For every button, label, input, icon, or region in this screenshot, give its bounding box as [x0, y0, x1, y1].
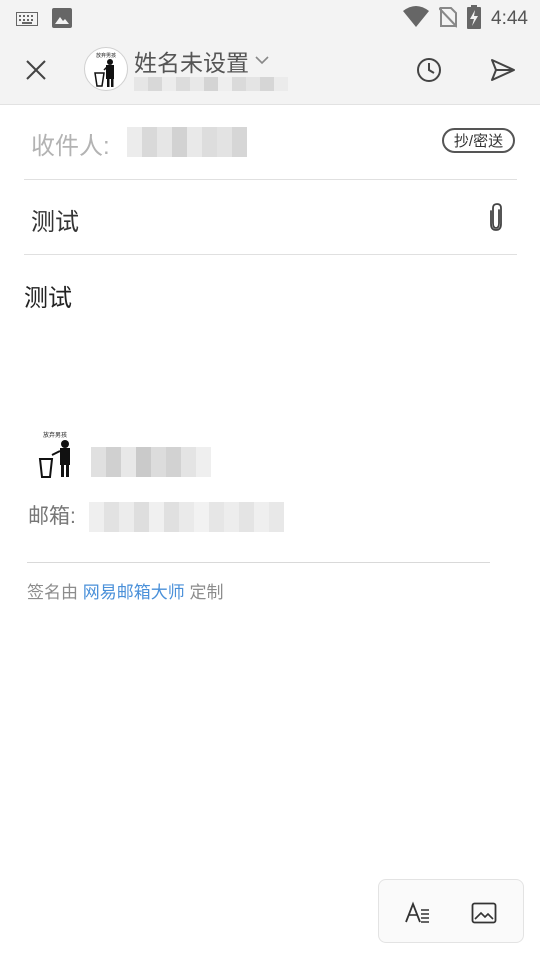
clock-time: 4:44 [491, 8, 528, 29]
image-icon [52, 8, 72, 32]
send-icon [491, 59, 515, 81]
chevron-down-icon[interactable] [255, 50, 269, 69]
recipient-label: 收件人: [31, 133, 110, 160]
attach-button[interactable] [480, 198, 512, 236]
subject-input[interactable]: 测试 [31, 202, 79, 237]
signature-footer-prefix: 签名由 [27, 583, 78, 602]
send-button[interactable] [482, 50, 524, 90]
no-sim-icon [438, 6, 458, 32]
wifi-icon [403, 6, 430, 32]
message-body[interactable]: 测试 [24, 278, 72, 313]
sender-email-redacted [134, 77, 294, 91]
trash-figure-icon: 放弃男孩 [94, 52, 116, 87]
compose-toolbar [0, 36, 540, 105]
cc-bcc-button[interactable]: 抄/密送 [442, 128, 515, 153]
status-bar: 4:44 [0, 0, 540, 36]
signature-divider [27, 562, 490, 563]
insert-image-icon [471, 902, 497, 924]
close-icon [26, 60, 46, 80]
signature-email-label: 邮箱: [28, 505, 76, 528]
svg-text:放弃男孩: 放弃男孩 [43, 431, 67, 439]
signature-footer: 签名由 网易邮箱大师 定制 [27, 578, 223, 603]
text-format-button[interactable] [398, 894, 438, 932]
trash-figure-icon: 放弃男孩 [38, 431, 70, 478]
mail-master-link[interactable]: 网易邮箱大师 [83, 583, 185, 602]
subject-row[interactable] [24, 180, 517, 255]
keyboard-icon [16, 11, 38, 30]
battery-charging-icon [467, 5, 482, 33]
signature-footer-suffix: 定制 [189, 583, 224, 602]
text-format-icon [405, 901, 429, 923]
schedule-button[interactable] [408, 50, 450, 90]
recipient-redacted[interactable] [127, 127, 247, 157]
clock-icon [417, 58, 441, 82]
signature-email-redacted [89, 502, 284, 532]
paperclip-icon [490, 203, 502, 231]
close-button[interactable] [16, 50, 56, 90]
insert-image-button[interactable] [464, 894, 504, 932]
sender-avatar[interactable]: 放弃男孩 [84, 47, 128, 91]
signature-name-redacted [91, 447, 211, 477]
svg-text:放弃男孩: 放弃男孩 [96, 52, 116, 59]
sender-name[interactable]: 姓名未设置 [134, 44, 249, 78]
signature-logo: 放弃男孩 [36, 430, 78, 480]
